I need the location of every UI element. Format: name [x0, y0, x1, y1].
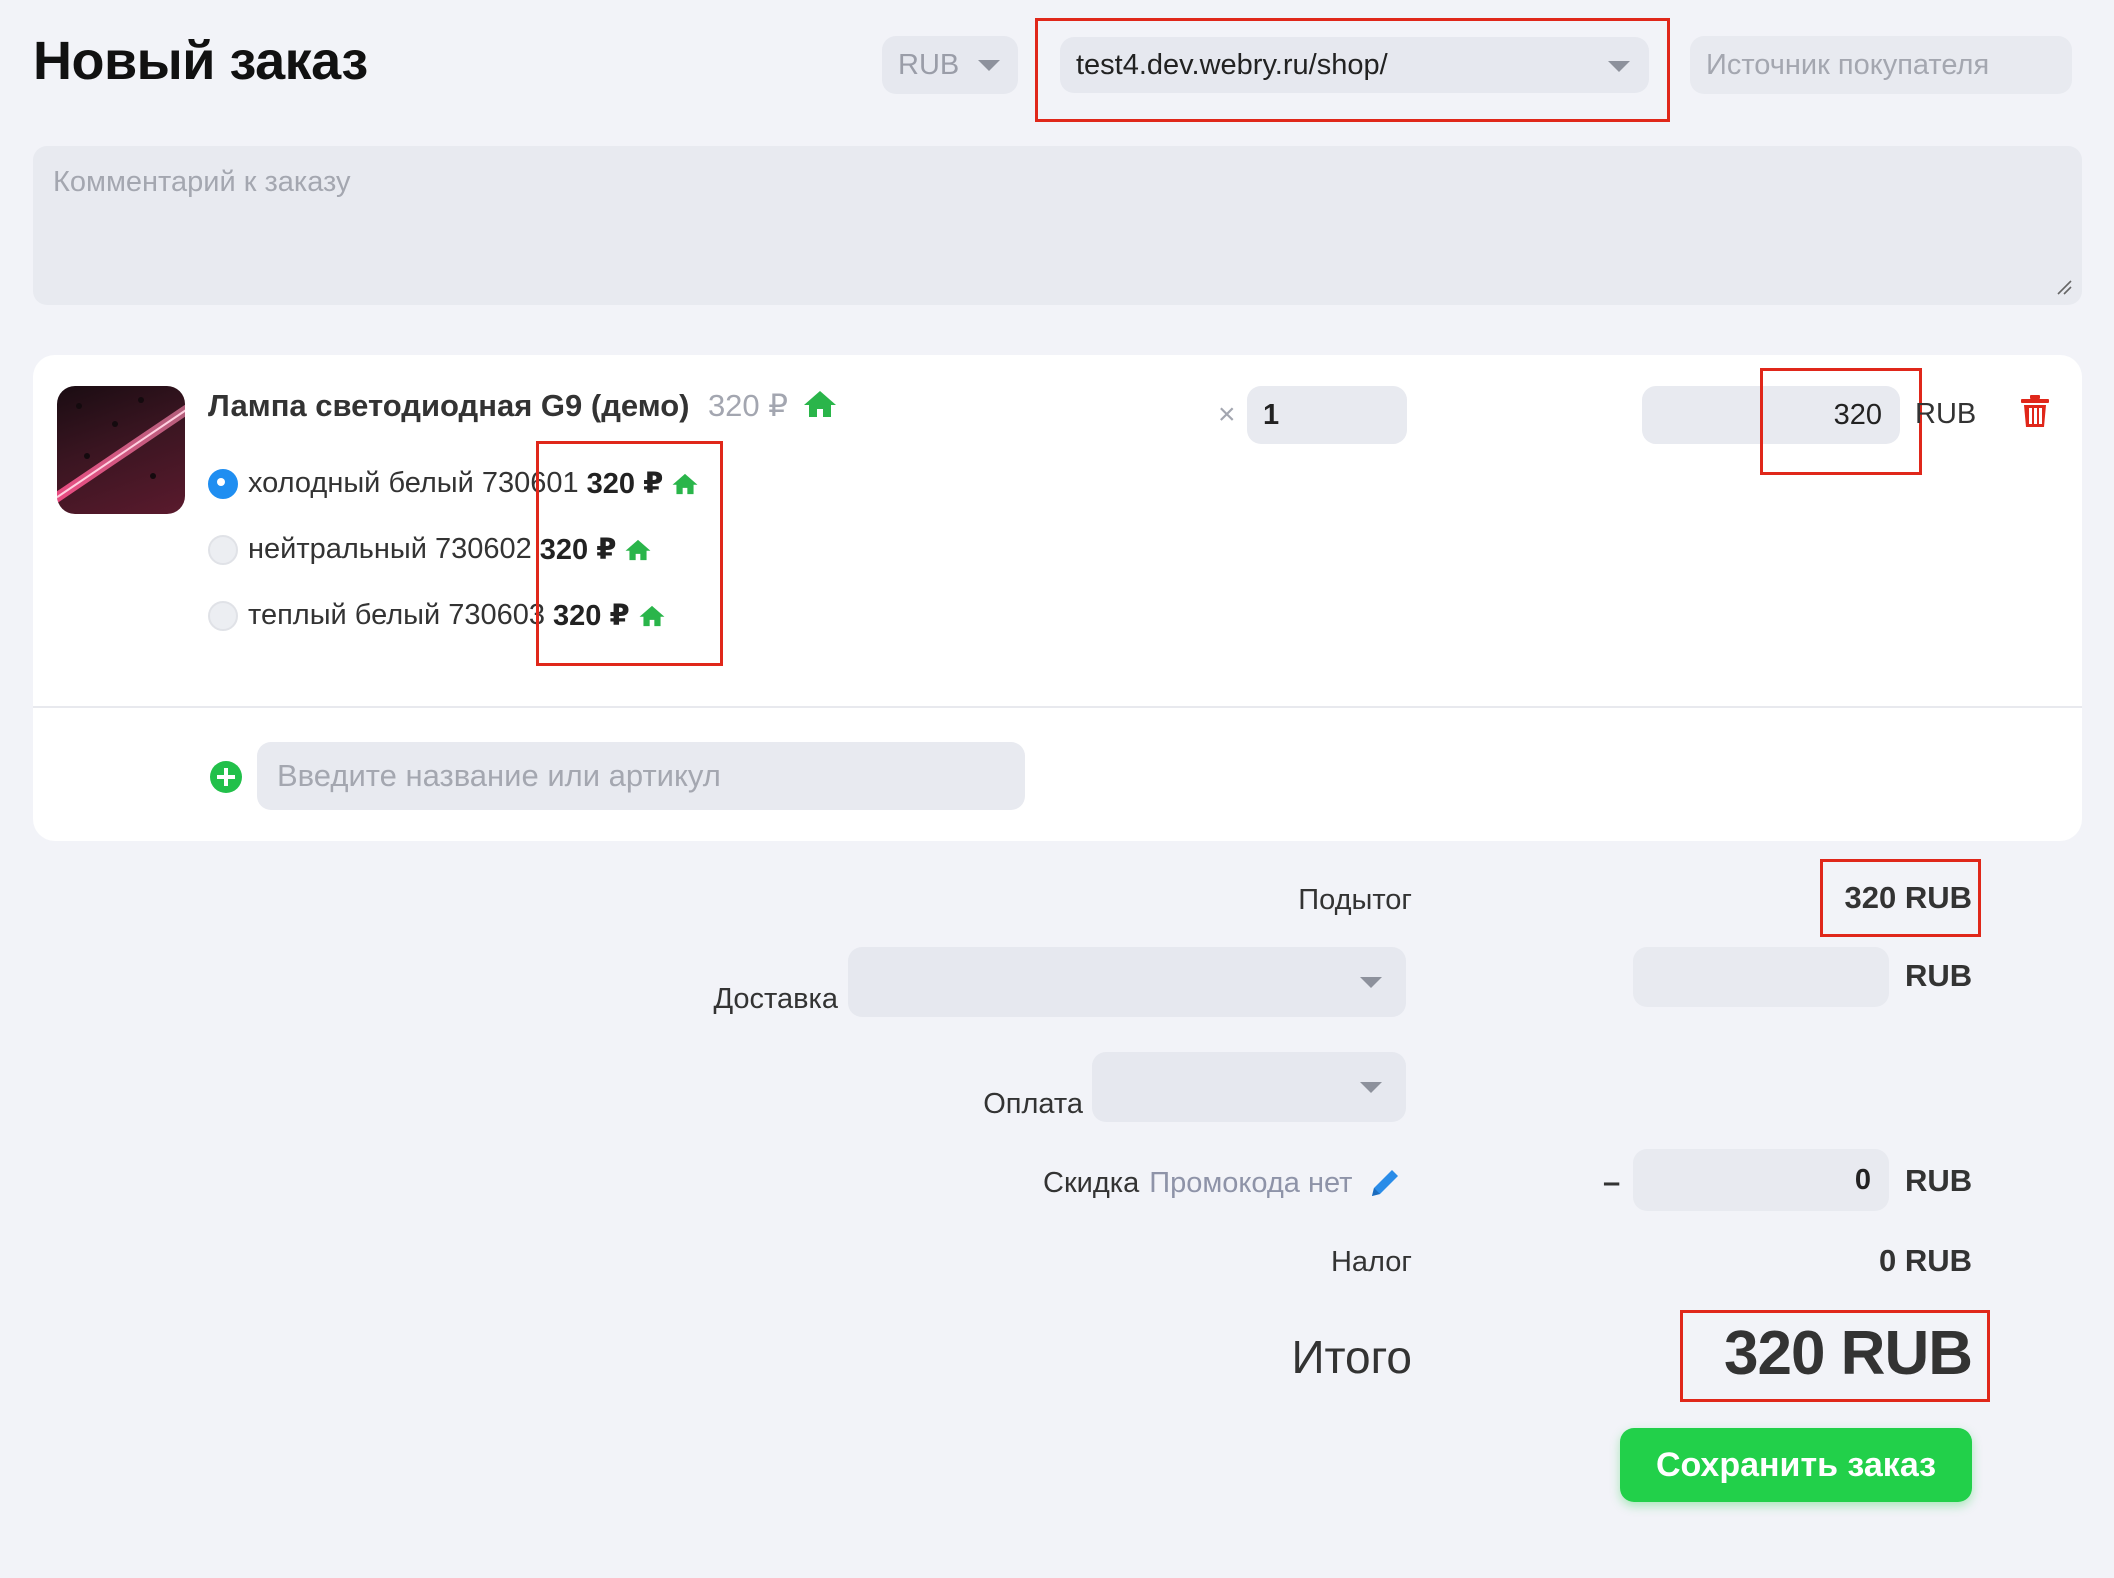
variant-sku: 730603 [448, 599, 546, 631]
quantity-value: 1 [1263, 398, 1280, 431]
currency-select-value: RUB [898, 48, 960, 81]
order-comment-textarea[interactable]: Комментарий к заказу [33, 146, 2082, 305]
storefront-select-value: test4.dev.webry.ru/shop/ [1076, 48, 1388, 81]
home-icon [804, 391, 837, 417]
subtotal-label: Подытог [1298, 884, 1412, 916]
customer-source-input[interactable]: Источник покупателя [1690, 36, 2072, 94]
product-thumbnail [57, 386, 185, 514]
chevron-down-icon [1360, 1082, 1382, 1093]
tax-value: 0 RUB [1878, 1243, 1972, 1278]
variant-name: нейтральный [248, 533, 427, 565]
page-title: Новый заказ [33, 31, 368, 91]
variant-name: холодный белый [248, 467, 474, 499]
variant-name: теплый белый [248, 599, 441, 631]
discount-currency: RUB [1905, 1163, 1973, 1198]
save-order-button[interactable]: Сохранить заказ [1620, 1428, 1972, 1502]
add-circle-icon[interactable] [210, 761, 242, 793]
line-total-currency: RUB [1915, 398, 1977, 430]
shipping-currency: RUB [1905, 958, 1973, 993]
shipping-label: Доставка [713, 983, 838, 1015]
quantity-input[interactable]: 1 [1247, 386, 1407, 444]
product-name[interactable]: Лампа светодиодная G9 (демо) [208, 388, 689, 423]
variant-radio[interactable] [208, 534, 238, 565]
subtotal-highlight [1820, 859, 1981, 937]
pencil-icon[interactable] [1368, 1166, 1402, 1200]
discount-label: Скидка [1043, 1166, 1140, 1199]
resize-handle-icon[interactable] [2056, 279, 2072, 295]
chevron-down-icon[interactable] [1608, 61, 1630, 72]
line-total-highlight [1760, 368, 1922, 475]
discount-row: Скидка Промокода нет [1043, 1166, 1402, 1200]
variant-prices-highlight [536, 441, 723, 666]
variant-radio[interactable] [208, 468, 238, 499]
promo-code-link[interactable]: Промокода нет [1149, 1167, 1352, 1200]
add-product-placeholder: Введите название или артикул [277, 758, 721, 793]
chevron-down-icon [978, 60, 1000, 71]
customer-source-placeholder: Источник покупателя [1706, 48, 1990, 81]
shipping-cost-input[interactable] [1633, 947, 1889, 1007]
total-highlight [1680, 1310, 1990, 1402]
currency-select[interactable]: RUB [882, 36, 1018, 94]
quantity-multiplier: × [1218, 398, 1236, 431]
order-comment-placeholder: Комментарий к заказу [53, 166, 351, 198]
storefront-select[interactable]: test4.dev.webry.ru/shop/ [1060, 37, 1649, 93]
variant-radio[interactable] [208, 600, 238, 631]
payment-select[interactable] [1092, 1052, 1406, 1122]
card-divider [33, 706, 2082, 708]
product-price: 320 ₽ [707, 388, 788, 423]
tax-label: Налог [1330, 1246, 1412, 1278]
product-title-row: Лампа светодиодная G9 (демо) 320 ₽ [208, 388, 838, 424]
shipping-select[interactable] [848, 947, 1406, 1017]
variant-sku: 730602 [434, 533, 532, 565]
add-product-input[interactable]: Введите название или артикул [257, 742, 1025, 810]
discount-input[interactable]: 0 [1633, 1149, 1889, 1211]
discount-sign: – [1603, 1164, 1621, 1199]
discount-value: 0 [1854, 1163, 1871, 1196]
chevron-down-icon [1360, 977, 1382, 988]
total-label: Итого [1291, 1331, 1412, 1383]
trash-icon[interactable] [2020, 394, 2050, 428]
payment-label: Оплата [983, 1088, 1083, 1120]
